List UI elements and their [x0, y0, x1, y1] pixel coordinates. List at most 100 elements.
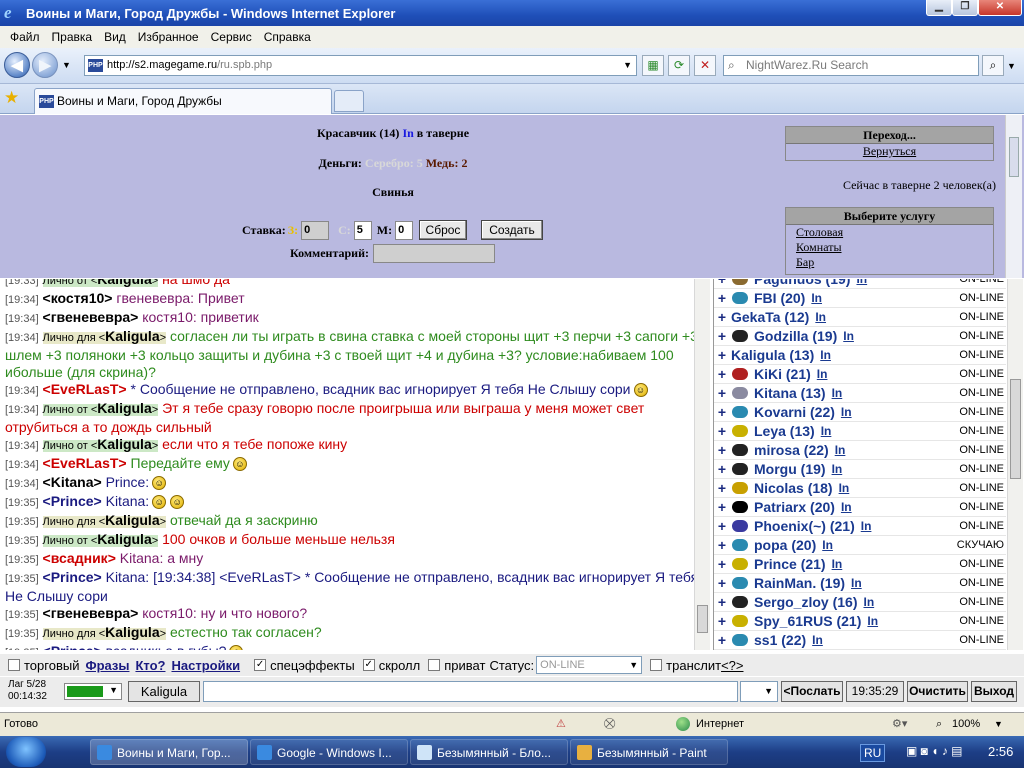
chat-nick[interactable]: Kaligula: [97, 436, 151, 452]
user-name[interactable]: popa (20): [754, 537, 816, 553]
favorites-star-icon[interactable]: ★: [4, 88, 19, 108]
refresh-icon[interactable]: ⟳: [668, 55, 690, 76]
chat-nick[interactable]: костя10: [51, 290, 105, 306]
chat-nick[interactable]: гвеневевра: [51, 605, 130, 621]
search-icon[interactable]: ⌕: [982, 55, 1004, 76]
history-dropdown-icon[interactable]: ▼: [62, 60, 71, 70]
chat-scrollbar[interactable]: [694, 279, 710, 650]
user-expand-icon[interactable]: +: [715, 290, 729, 306]
user-info-link[interactable]: In: [861, 519, 872, 533]
user-expand-icon[interactable]: +: [715, 385, 729, 401]
user-name[interactable]: GekaTa (12): [731, 309, 809, 325]
settings-link[interactable]: Настройки: [171, 658, 240, 673]
forward-button[interactable]: ▶: [32, 52, 58, 78]
user-name[interactable]: mirosa (22): [754, 442, 829, 458]
copper-input[interactable]: 0: [395, 221, 414, 240]
user-row[interactable]: + Prince (21) In ON-LINE: [714, 555, 1006, 574]
menu-view[interactable]: Вид: [98, 30, 132, 44]
user-row[interactable]: + Kaligula (13) In ON-LINE: [714, 346, 1006, 365]
scroll-checkbox[interactable]: ✓: [362, 659, 375, 671]
user-expand-icon[interactable]: +: [715, 328, 729, 344]
user-expand-icon[interactable]: +: [715, 347, 729, 363]
zoom-level[interactable]: 100%: [952, 713, 980, 735]
tab-game[interactable]: PHP Воины и Маги, Город Дружбы: [34, 88, 332, 114]
user-expand-icon[interactable]: +: [715, 594, 729, 610]
user-name[interactable]: RainMan. (19): [754, 575, 845, 591]
user-row[interactable]: + Kitana (13) In ON-LINE: [714, 384, 1006, 403]
user-name[interactable]: Godzilla (19): [754, 328, 837, 344]
chat-nick[interactable]: гвеневевра: [51, 309, 130, 325]
user-name[interactable]: FBI (20): [754, 290, 805, 306]
user-name[interactable]: KiKi (21): [754, 366, 811, 382]
service-dining[interactable]: Столовая: [796, 225, 993, 240]
users-scroll-thumb[interactable]: [1010, 379, 1021, 479]
user-info-link[interactable]: In: [841, 500, 852, 514]
new-tab-button[interactable]: [334, 90, 364, 112]
chat-nick[interactable]: Kitana: [51, 474, 94, 490]
user-row[interactable]: + Godzilla (19) In ON-LINE: [714, 327, 1006, 346]
user-info-link[interactable]: In: [821, 424, 832, 438]
user-expand-icon[interactable]: +: [715, 518, 729, 534]
user-row[interactable]: + Spy_61RUS (21) In ON-LINE: [714, 612, 1006, 631]
service-bar[interactable]: Бар: [796, 255, 993, 270]
task-paint[interactable]: Безымянный - Paint: [570, 739, 728, 765]
user-row[interactable]: + RainMan. (19) In ON-LINE: [714, 574, 1006, 593]
user-row[interactable]: + ss1 (22) In ON-LINE: [714, 631, 1006, 650]
send-button[interactable]: <Послать: [781, 681, 843, 702]
user-name[interactable]: Morgu (19): [754, 461, 826, 477]
user-expand-icon[interactable]: +: [715, 537, 729, 553]
user-row[interactable]: + Sergo_zloy (16) In ON-LINE: [714, 593, 1006, 612]
user-info-link[interactable]: In: [856, 279, 867, 286]
zoom-icon[interactable]: ⌕: [936, 713, 942, 735]
user-name[interactable]: Prince (21): [754, 556, 826, 572]
maximize-button[interactable]: ❐: [952, 0, 978, 16]
user-info-link[interactable]: In: [832, 557, 843, 571]
chat-scroll-thumb[interactable]: [697, 605, 708, 633]
protected-mode-icon[interactable]: ⚙▾: [892, 713, 907, 735]
stop-icon[interactable]: ✕: [694, 55, 716, 76]
user-expand-icon[interactable]: +: [715, 404, 729, 420]
user-info-link[interactable]: In: [863, 595, 874, 609]
user-name[interactable]: Phoenix(~) (21): [754, 518, 855, 534]
zoom-dropdown-icon[interactable]: ▼: [994, 713, 1003, 735]
user-expand-icon[interactable]: +: [715, 461, 729, 477]
user-row[interactable]: + Patriarx (20) In ON-LINE: [714, 498, 1006, 517]
users-scrollbar[interactable]: [1007, 279, 1023, 650]
address-input[interactable]: PHP http://s2.magegame.ru/ru.spb.php ▼: [84, 55, 637, 76]
user-expand-icon[interactable]: +: [715, 480, 729, 496]
user-row[interactable]: + Pagunuos (19) In ON-LINE: [714, 279, 1006, 289]
translit-help-link[interactable]: <?>: [721, 658, 743, 673]
silver-input[interactable]: 5: [353, 221, 372, 240]
search-options-icon[interactable]: ▼: [1007, 61, 1016, 71]
user-info-link[interactable]: In: [811, 291, 822, 305]
user-info-link[interactable]: In: [835, 443, 846, 457]
recipient-select[interactable]: ▼: [740, 681, 778, 702]
trade-checkbox[interactable]: [8, 659, 20, 671]
chat-nick[interactable]: Kaligula: [97, 531, 151, 547]
menu-help[interactable]: Справка: [258, 30, 317, 44]
address-dropdown-icon[interactable]: ▼: [623, 56, 632, 75]
user-info-link[interactable]: In: [815, 310, 826, 324]
user-expand-icon[interactable]: +: [715, 279, 729, 287]
user-expand-icon[interactable]: +: [715, 366, 729, 382]
user-row[interactable]: + Leya (13) In ON-LINE: [714, 422, 1006, 441]
back-link[interactable]: Вернуться: [786, 144, 993, 159]
chat-nick[interactable]: Kaligula: [97, 400, 151, 416]
user-row[interactable]: + Kovarni (22) In ON-LINE: [714, 403, 1006, 422]
chat-nick[interactable]: EveRLasT: [51, 455, 119, 471]
language-indicator[interactable]: RU: [860, 744, 886, 762]
chat-nick[interactable]: всадник: [51, 550, 108, 566]
effects-checkbox[interactable]: ✓: [254, 659, 267, 671]
user-row[interactable]: + mirosa (22) In ON-LINE: [714, 441, 1006, 460]
who-link[interactable]: Кто?: [135, 658, 165, 673]
chat-nick[interactable]: Prince: [51, 493, 94, 509]
menu-tools[interactable]: Сервис: [205, 30, 258, 44]
panel-scrollbar[interactable]: [1005, 115, 1022, 278]
user-row[interactable]: + FBI (20) In ON-LINE: [714, 289, 1006, 308]
user-name[interactable]: Kovarni (22): [754, 404, 835, 420]
user-expand-icon[interactable]: +: [715, 499, 729, 515]
message-input[interactable]: [203, 681, 738, 702]
user-name[interactable]: ss1 (22): [754, 632, 806, 648]
user-info-link[interactable]: In: [841, 405, 852, 419]
clear-button[interactable]: Очистить: [907, 681, 968, 702]
